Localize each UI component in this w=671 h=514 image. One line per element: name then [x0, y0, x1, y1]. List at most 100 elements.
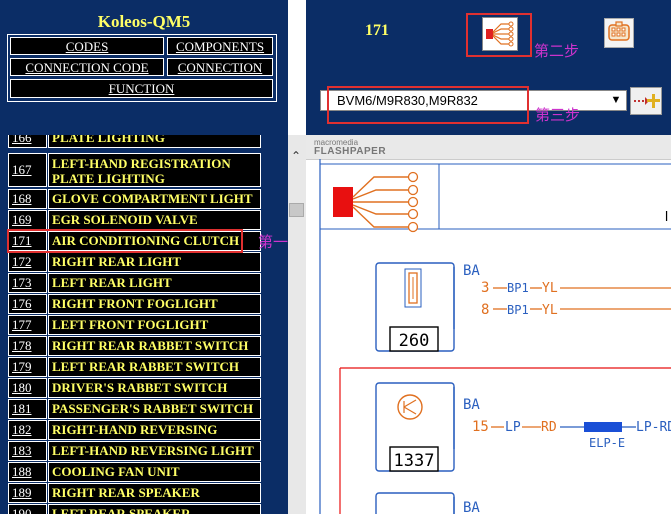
list-item[interactable]: 166 PLATE LIGHTING: [0, 135, 288, 148]
nav-components-button[interactable]: COMPONENTS: [167, 37, 273, 55]
list-item-code[interactable]: 177: [8, 315, 47, 335]
svg-text:BA: BA: [463, 500, 480, 514]
list-item[interactable]: 167 LEFT-HAND REGISTRATION PLATE LIGHTIN…: [0, 153, 288, 187]
list-item-code[interactable]: 178: [8, 336, 47, 356]
flashpaper-logo: macromedia FLASHPAPER: [314, 139, 386, 157]
list-item-code[interactable]: 167: [8, 153, 47, 187]
list-item-name[interactable]: LEFT REAR RABBET SWITCH: [48, 357, 261, 377]
svg-text:ELP-E: ELP-E: [589, 436, 625, 450]
list-item-code[interactable]: 179: [8, 357, 47, 377]
list-item-name[interactable]: PASSENGER'S RABBET SWITCH: [48, 399, 261, 419]
list-item[interactable]: 181 PASSENGER'S RABBET SWITCH: [0, 399, 288, 419]
list-item[interactable]: 176 RIGHT FRONT FOGLIGHT: [0, 294, 288, 314]
component-partial: BA: [375, 492, 480, 514]
logo-big-text: FLASHPAPER: [314, 146, 387, 157]
chevron-down-icon[interactable]: ▼: [608, 91, 624, 110]
list-item-name[interactable]: RIGHT REAR SPEAKER: [48, 483, 261, 503]
list-item-code[interactable]: 168: [8, 189, 47, 209]
svg-text:LP: LP: [505, 420, 521, 435]
flashpaper-toolbar: macromedia FLASHPAPER: [306, 135, 671, 160]
svg-text:8: 8: [481, 302, 489, 318]
list-item-name[interactable]: LEFT-HAND REGISTRATION PLATE LIGHTING: [48, 153, 261, 187]
scroll-thumb[interactable]: [289, 203, 304, 217]
list-item[interactable]: 190 LEFT REAR SPEAKER: [0, 504, 288, 514]
step3-highlight-box: [327, 86, 529, 124]
connector-view-button[interactable]: [604, 18, 634, 48]
list-item-code[interactable]: 183: [8, 441, 47, 461]
list-item-code[interactable]: 181: [8, 399, 47, 419]
list-item-name[interactable]: RIGHT-HAND REVERSING LIGHT: [48, 420, 261, 455]
list-item-name[interactable]: RIGHT REAR LIGHT: [48, 252, 261, 272]
list-item[interactable]: 188 COOLING FAN UNIT: [0, 462, 288, 482]
list-item-name[interactable]: EGR SOLENOID VALVE: [48, 210, 261, 230]
list-item[interactable]: 180 DRIVER'S RABBET SWITCH: [0, 378, 288, 398]
component-list: 166 PLATE LIGHTING 167 LEFT-HAND REGISTR…: [0, 135, 288, 514]
list-item-name[interactable]: COOLING FAN UNIT: [48, 462, 261, 482]
list-item-name[interactable]: DRIVER'S RABBET SWITCH: [48, 378, 261, 398]
step1-highlight-box: [7, 229, 243, 253]
list-item-code[interactable]: 166: [8, 135, 47, 148]
list-item[interactable]: 177 LEFT FRONT FOGLIGHT: [0, 315, 288, 335]
svg-text:3: 3: [481, 280, 489, 296]
list-item[interactable]: 182 RIGHT-HAND REVERSING LIGHT: [0, 420, 288, 455]
list-item-code[interactable]: 189: [8, 483, 47, 503]
nav-menu: CODES COMPONENTS CONNECTION CODE CONNECT…: [7, 34, 277, 102]
nav-connection-button[interactable]: CONNECTION: [167, 58, 273, 76]
list-item-name[interactable]: PLATE LIGHTING: [48, 135, 261, 148]
list-item-code[interactable]: 180: [8, 378, 47, 398]
list-item[interactable]: 179 LEFT REAR RABBET SWITCH: [0, 357, 288, 377]
component-260: 260 BA 3 8 BP1 BP1 YL YL: [375, 262, 671, 352]
component-1337: 1337 BA 15 LP RD LP-RD ELP-E: [375, 382, 671, 472]
list-item[interactable]: 178 RIGHT REAR RABBET SWITCH: [0, 336, 288, 356]
list-item-name[interactable]: GLOVE COMPARTMENT LIGHT: [48, 189, 261, 209]
component-1337-code: 1337: [394, 451, 435, 471]
svg-text:15: 15: [472, 419, 489, 435]
list-item[interactable]: 173 LEFT REAR LIGHT: [0, 273, 288, 293]
list-item-code[interactable]: 172: [8, 252, 47, 272]
document-viewer[interactable]: macromedia FLASHPAPER l 260 BA 3 8 BP1 B…: [306, 135, 671, 514]
list-item[interactable]: 189 RIGHT REAR SPEAKER: [0, 483, 288, 503]
connector-face-icon: [608, 21, 630, 41]
connector-plug-icon: [486, 21, 514, 47]
list-item-code[interactable]: 182: [8, 420, 47, 440]
app-title: Koleos-QM5: [97, 12, 191, 31]
list-item-name[interactable]: RIGHT FRONT FOGLIGHT: [48, 294, 261, 314]
connector-diagram-button[interactable]: [482, 17, 518, 51]
svg-text:BA: BA: [463, 397, 480, 413]
list-item-code[interactable]: 190: [8, 504, 47, 514]
nav-codes-button[interactable]: CODES: [10, 37, 164, 55]
list-item[interactable]: 183 LEFT-HAND REVERSING LIGHT: [0, 441, 288, 461]
list-item-name[interactable]: LEFT REAR LIGHT: [48, 273, 261, 293]
list-item-code[interactable]: 173: [8, 273, 47, 293]
list-item[interactable]: 168 GLOVE COMPARTMENT LIGHT: [0, 189, 288, 209]
svg-text:RD: RD: [541, 420, 557, 435]
doc-scrollbar[interactable]: ⌃: [288, 135, 306, 514]
scroll-up-arrow-icon[interactable]: ⌃: [291, 149, 301, 163]
step3-annotation: 第三步: [535, 107, 581, 124]
list-item-name[interactable]: LEFT-HAND REVERSING LIGHT: [48, 441, 261, 461]
svg-text:BP1: BP1: [507, 303, 529, 317]
selected-code-label: 171: [365, 22, 389, 39]
nav-connection-code-button[interactable]: CONNECTION CODE: [10, 58, 164, 76]
list-item[interactable]: 169 EGR SOLENOID VALVE: [0, 210, 288, 230]
list-item-code[interactable]: 188: [8, 462, 47, 482]
svg-text:BA: BA: [463, 263, 480, 279]
list-item-name[interactable]: RIGHT REAR RABBET SWITCH: [48, 336, 261, 356]
cut-text: l: [665, 208, 668, 224]
connector-plug-diagram-icon: [333, 171, 419, 233]
svg-text:YL: YL: [542, 303, 558, 318]
list-item-code[interactable]: 169: [8, 210, 47, 230]
svg-text:BP1: BP1: [507, 281, 529, 295]
add-to-view-button[interactable]: [630, 87, 662, 115]
svg-text:LP-RD: LP-RD: [636, 420, 671, 435]
list-item-name[interactable]: LEFT REAR SPEAKER: [48, 504, 261, 514]
arrow-plus-icon: [634, 94, 660, 108]
list-item[interactable]: 172 RIGHT REAR LIGHT: [0, 252, 288, 272]
component-260-code: 260: [399, 331, 430, 351]
nav-function-button[interactable]: FUNCTION: [10, 79, 273, 98]
list-item-name[interactable]: LEFT FRONT FOGLIGHT: [48, 315, 261, 335]
wiring-diagram: l 260 BA 3 8 BP1 BP1 YL YL 1337 BA 15 LP…: [319, 159, 671, 514]
svg-text:YL: YL: [542, 281, 558, 296]
list-item-code[interactable]: 176: [8, 294, 47, 314]
step2-annotation: 第二步: [534, 43, 580, 60]
